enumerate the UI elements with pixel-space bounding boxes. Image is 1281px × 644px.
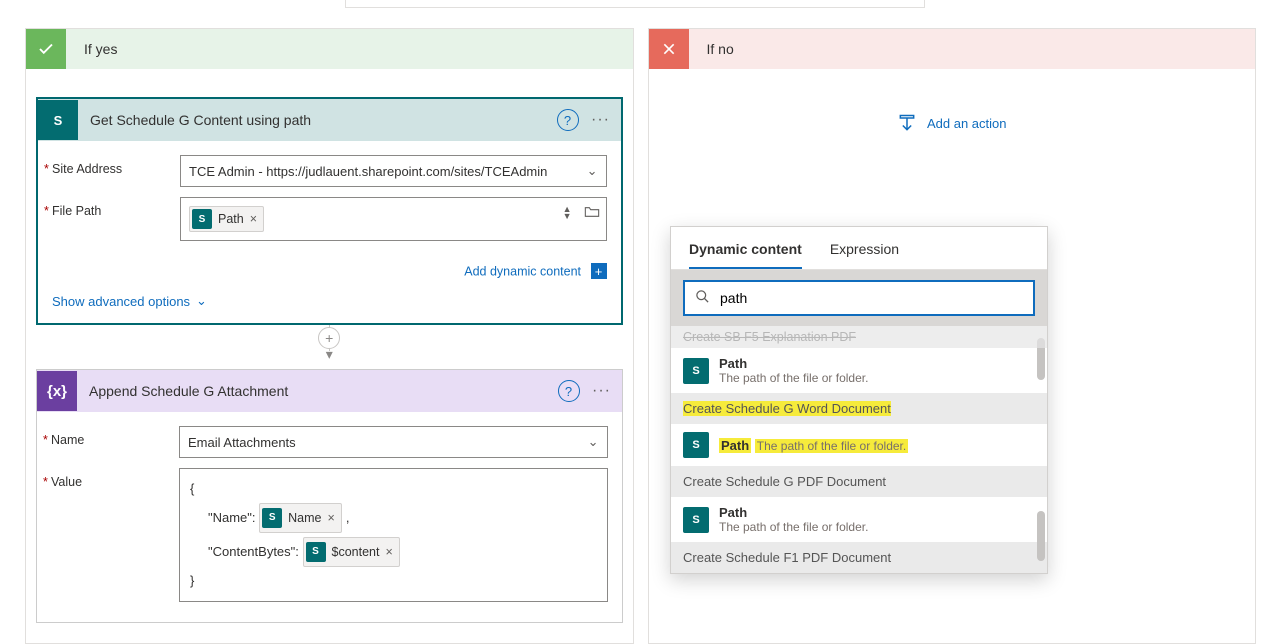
add-dynamic-content-link[interactable]: Add dynamic content	[464, 265, 581, 279]
group-header: Create Schedule F1 PDF Document	[671, 542, 1047, 573]
sharepoint-icon: S	[306, 542, 326, 562]
result-item-path[interactable]: S Path The path of the file or folder.	[671, 497, 1047, 542]
add-action-icon	[897, 113, 917, 133]
prev-card-edge	[345, 0, 925, 8]
close-icon[interactable]: ×	[328, 506, 335, 530]
help-icon[interactable]: ?	[558, 380, 580, 402]
group-header: Create SB F5 Explanation PDF	[671, 326, 1047, 348]
chevron-down-icon: ⌄	[196, 293, 207, 309]
token-path[interactable]: S Path ×	[189, 206, 264, 232]
label-value: *Value	[51, 468, 179, 489]
result-item-path[interactable]: S Path The path of the file or folder.	[671, 348, 1047, 393]
action-title: Append Schedule G Attachment	[77, 383, 558, 399]
close-icon[interactable]: ×	[250, 212, 257, 226]
close-icon	[649, 29, 689, 69]
tab-dynamic-content[interactable]: Dynamic content	[689, 241, 802, 269]
branch-yes: If yes S Get Schedule G Content using pa…	[25, 28, 634, 644]
help-icon[interactable]: ?	[557, 109, 579, 131]
tab-expression[interactable]: Expression	[830, 241, 899, 269]
ellipsis-icon[interactable]: ···	[590, 382, 614, 400]
cond-no-label: If no	[689, 41, 734, 57]
search-icon	[695, 289, 710, 307]
site-address-select[interactable]: TCE Admin - https://judlauent.sharepoint…	[180, 155, 607, 187]
group-header: Create Schedule G Word Document	[671, 393, 1047, 424]
ellipsis-icon[interactable]: ···	[589, 111, 613, 129]
results-list[interactable]: Create SB F5 Explanation PDF S Path The …	[671, 326, 1047, 573]
search-input[interactable]	[720, 290, 1023, 306]
add-step-button[interactable]: +	[318, 327, 340, 349]
folder-icon[interactable]	[584, 204, 600, 221]
close-icon[interactable]: ×	[385, 540, 392, 564]
token-content[interactable]: S $content ×	[303, 537, 400, 567]
plus-icon[interactable]: +	[591, 263, 607, 279]
action-append-attachment[interactable]: {x} Append Schedule G Attachment ? ··· *…	[36, 369, 623, 623]
sharepoint-icon: S	[192, 209, 212, 229]
name-select[interactable]: Email Attachments ⌄	[179, 426, 608, 458]
label-file-path: *File Path	[52, 197, 180, 218]
search-input-wrapper	[683, 280, 1035, 316]
action-header[interactable]: S Get Schedule G Content using path ? ··…	[38, 99, 621, 141]
cond-yes-label: If yes	[66, 41, 117, 57]
label-name: *Name	[51, 426, 179, 447]
sharepoint-icon: S	[683, 358, 709, 384]
chevron-down-icon: ⌄	[588, 434, 599, 450]
action-header[interactable]: {x} Append Schedule G Attachment ? ···	[37, 370, 622, 412]
scrollbar-thumb[interactable]	[1037, 511, 1045, 561]
token-name[interactable]: S Name ×	[259, 503, 342, 533]
file-path-input[interactable]: S Path × ▲▼	[180, 197, 607, 241]
check-icon	[26, 29, 66, 69]
variable-icon: {x}	[37, 371, 77, 411]
result-item-path-highlighted[interactable]: S Path The path of the file or folder.	[671, 424, 1047, 466]
value-input[interactable]: { "Name": S Name × , "ContentBytes":	[179, 468, 608, 602]
sharepoint-icon: S	[262, 508, 282, 528]
chevron-down-icon: ⌄	[587, 163, 598, 179]
group-header: Create Schedule G PDF Document	[671, 466, 1047, 497]
add-action-button[interactable]: Add an action	[649, 69, 1256, 173]
stepper-icon[interactable]: ▲▼	[563, 206, 572, 220]
cond-header-no[interactable]: If no	[649, 29, 1256, 69]
show-advanced-link[interactable]: Show advanced options ⌄	[38, 289, 621, 323]
sharepoint-icon: S	[683, 432, 709, 458]
action-title: Get Schedule G Content using path	[78, 112, 557, 128]
connector: +	[36, 325, 623, 351]
action-get-content[interactable]: S Get Schedule G Content using path ? ··…	[36, 97, 623, 325]
sharepoint-icon: S	[683, 507, 709, 533]
cond-header-yes[interactable]: If yes	[26, 29, 633, 69]
sharepoint-icon: S	[38, 100, 78, 140]
label-site-address: *Site Address	[52, 155, 180, 176]
dynamic-content-flyout: Dynamic content Expression Create SB F5 …	[670, 226, 1048, 574]
